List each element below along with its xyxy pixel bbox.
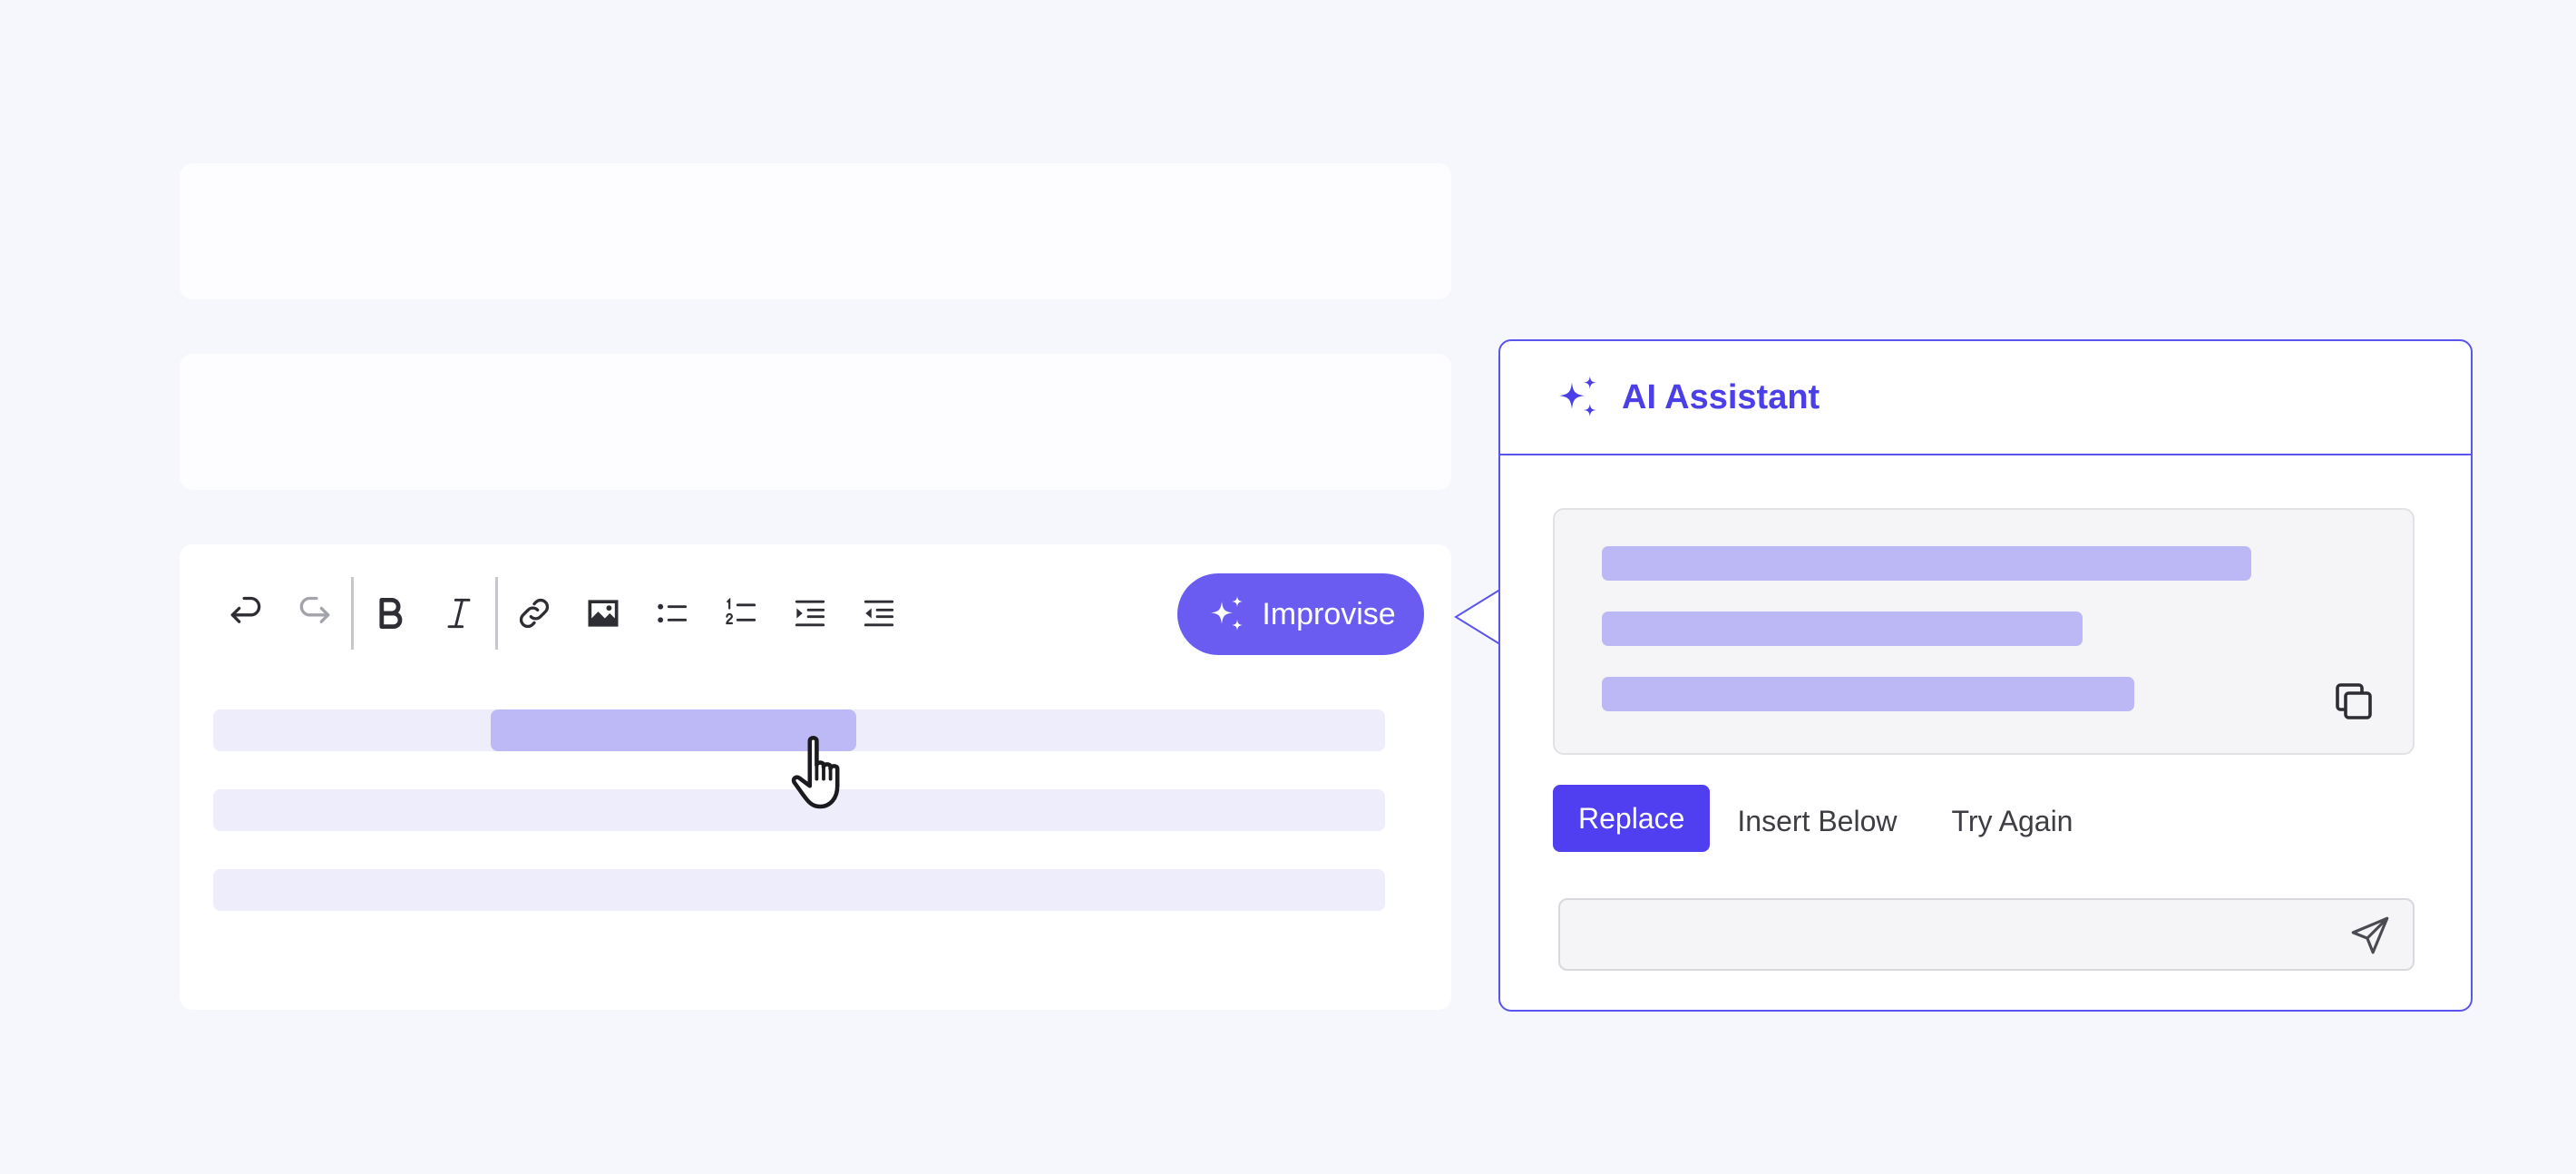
rich-text-editor[interactable]: Improvise (180, 544, 1451, 1010)
ai-assistant-panel: AI Assistant Replace Insert Below Try Ag… (1498, 339, 2473, 1012)
hand-pointer-icon (791, 735, 840, 809)
outdent-button[interactable] (844, 577, 913, 650)
prompt-field[interactable] (1558, 898, 2415, 971)
ai-result-box (1553, 508, 2415, 755)
insert-below-button[interactable]: Insert Below (1710, 788, 1924, 855)
outdent-icon (864, 600, 894, 627)
link-button[interactable] (500, 577, 569, 650)
text-line[interactable] (213, 869, 1385, 911)
toolbar-divider (351, 577, 354, 650)
link-icon (519, 598, 550, 629)
send-icon[interactable] (2347, 913, 2393, 958)
ai-panel-header: AI Assistant (1500, 341, 2471, 455)
bullet-list-button[interactable] (638, 577, 707, 650)
ai-panel-title: AI Assistant (1622, 377, 1820, 416)
result-line (1602, 546, 2251, 581)
bold-button[interactable] (356, 577, 424, 650)
sparkles-icon (1211, 596, 1244, 631)
replace-button[interactable]: Replace (1553, 785, 1711, 852)
undo-icon (230, 596, 261, 623)
improvise-label: Improvise (1262, 596, 1396, 631)
bold-icon (379, 597, 403, 630)
ai-actions: Replace Insert Below Try Again (1553, 784, 2100, 853)
placeholder-card-2 (180, 354, 1451, 490)
editor-toolbar (211, 577, 913, 650)
copy-icon[interactable] (2329, 677, 2378, 726)
result-line (1602, 677, 2134, 711)
redo-icon (299, 596, 330, 623)
result-line (1602, 611, 2083, 646)
panel-pointer (1454, 588, 1503, 646)
bullet-list-icon (658, 603, 688, 623)
italic-button[interactable] (424, 577, 493, 650)
improvise-button[interactable]: Improvise (1177, 573, 1424, 655)
undo-button[interactable] (211, 577, 280, 650)
image-icon (588, 600, 619, 627)
italic-icon (447, 598, 471, 629)
placeholder-card-1 (180, 163, 1451, 299)
numbered-list-button[interactable] (707, 577, 776, 650)
redo-button[interactable] (280, 577, 349, 650)
image-button[interactable] (569, 577, 638, 650)
prompt-input[interactable] (1578, 900, 2326, 971)
indent-button[interactable] (776, 577, 844, 650)
sparkles-icon (1559, 376, 1596, 416)
try-again-button[interactable]: Try Again (1924, 788, 2100, 855)
toolbar-divider (495, 577, 498, 650)
indent-icon (795, 600, 825, 627)
numbered-list-icon (726, 597, 756, 625)
